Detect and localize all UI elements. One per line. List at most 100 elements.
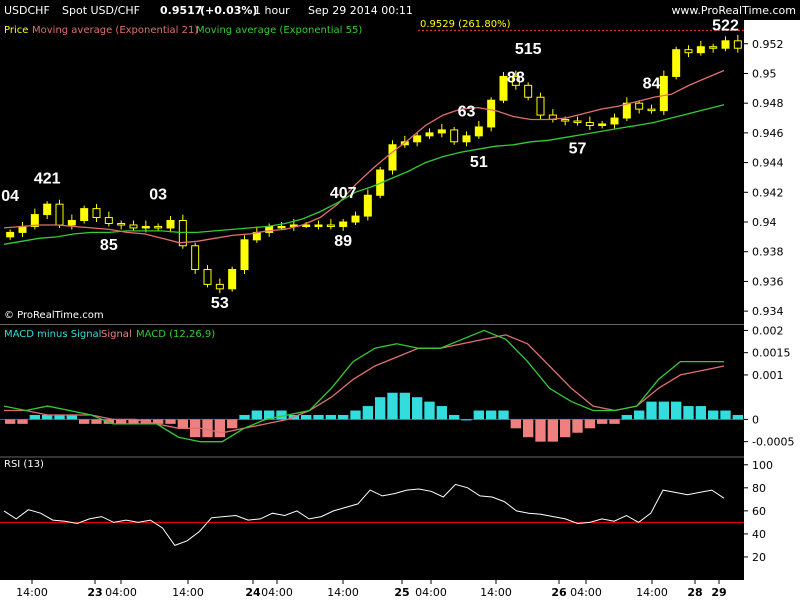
macd-histogram-bar bbox=[165, 419, 176, 424]
candle-body bbox=[351, 215, 360, 223]
candle-body bbox=[117, 222, 126, 226]
wave-label: 57 bbox=[569, 141, 587, 158]
candle-body bbox=[6, 231, 15, 238]
macd-histogram-bar bbox=[498, 410, 509, 420]
candle-body bbox=[363, 194, 372, 217]
legend-price: Price bbox=[4, 25, 28, 36]
legend-ema55: Moving average (Exponential 55) bbox=[196, 25, 362, 36]
price-y-tick-label: 0.942 bbox=[752, 186, 784, 199]
candle-body bbox=[277, 225, 286, 229]
macd-histogram-bar bbox=[239, 414, 250, 420]
macd-histogram-bar bbox=[325, 414, 336, 420]
wave-label: 53 bbox=[211, 295, 229, 312]
price-y-tick-label: 0.946 bbox=[752, 127, 784, 140]
macd-histogram-bar bbox=[560, 419, 571, 438]
macd-histogram-bar bbox=[671, 401, 682, 420]
candle-body bbox=[709, 46, 718, 49]
candle-body bbox=[388, 144, 397, 171]
rsi-y-tick-label: 40 bbox=[752, 528, 766, 541]
candle-body bbox=[154, 225, 163, 229]
macd-histogram-bar bbox=[732, 414, 743, 420]
macd-y-tick-label: 0.002 bbox=[752, 324, 784, 337]
macd-histogram-bar bbox=[683, 406, 694, 420]
macd-histogram-bar bbox=[449, 414, 460, 420]
macd-histogram-bar bbox=[621, 414, 632, 420]
candle-body bbox=[462, 135, 471, 143]
macd-y-tick-label: 0.0015 bbox=[752, 347, 791, 360]
candle-body bbox=[684, 49, 693, 54]
fib-annotation: 0.9529 (261.80%) bbox=[420, 19, 511, 30]
x-tick-label: 04:00 bbox=[261, 586, 293, 599]
wave-label: 515 bbox=[515, 41, 542, 58]
macd-histogram-bar bbox=[572, 419, 583, 433]
x-tick-label: 14:00 bbox=[636, 586, 668, 599]
macd-y-tick-label: -0.0005 bbox=[752, 436, 794, 449]
candle-body bbox=[141, 225, 150, 229]
candle-body bbox=[80, 208, 89, 222]
candle-body bbox=[413, 135, 422, 143]
x-tick-label: 28 bbox=[687, 586, 702, 599]
candle-body bbox=[610, 117, 619, 125]
candle-body bbox=[536, 96, 545, 116]
macd-histogram-bar bbox=[424, 401, 435, 420]
legend-macd-hist: MACD minus Signal bbox=[4, 329, 101, 340]
macd-histogram-bar bbox=[227, 419, 238, 429]
macd-histogram-bar bbox=[17, 419, 28, 424]
candle-body bbox=[240, 239, 249, 271]
macd-histogram-bar bbox=[412, 397, 423, 420]
x-tick-label: 24 bbox=[245, 586, 261, 599]
candle-body bbox=[129, 224, 138, 229]
macd-histogram-bar bbox=[338, 414, 349, 420]
wave-label: 421 bbox=[34, 170, 61, 187]
candle-body bbox=[647, 108, 656, 112]
macd-histogram-bar bbox=[116, 419, 127, 424]
price-y-tick-label: 0.948 bbox=[752, 97, 784, 110]
candle-body bbox=[598, 123, 607, 126]
wave-label: 407 bbox=[330, 185, 357, 202]
candle-body bbox=[733, 40, 742, 49]
wave-label: 522 bbox=[712, 17, 739, 34]
candle-body bbox=[203, 269, 212, 285]
macd-histogram-bar bbox=[362, 406, 373, 420]
price-y-tick-label: 0.936 bbox=[752, 275, 784, 288]
wave-label: 04 bbox=[1, 188, 19, 205]
candle-body bbox=[302, 224, 311, 227]
header-brand: www.ProRealTime.com bbox=[671, 4, 796, 17]
watermark: © ProRealTime.com bbox=[4, 310, 104, 321]
macd-histogram-bar bbox=[695, 406, 706, 420]
wave-label: 03 bbox=[149, 187, 167, 204]
x-tick-label: 29 bbox=[711, 586, 726, 599]
candle-body bbox=[67, 220, 76, 226]
header-instrument: Spot USD/CHF bbox=[62, 4, 140, 17]
macd-histogram-bar bbox=[547, 419, 558, 442]
macd-histogram-bar bbox=[202, 419, 213, 438]
rsi-y-tick-label: 100 bbox=[752, 459, 773, 472]
macd-histogram-bar bbox=[436, 406, 447, 420]
wave-label: 85 bbox=[100, 237, 118, 254]
macd-histogram-bar bbox=[535, 419, 546, 442]
candle-body bbox=[487, 99, 496, 128]
candle-body bbox=[672, 49, 681, 77]
candle-body bbox=[104, 217, 113, 224]
macd-histogram-bar bbox=[510, 419, 521, 429]
candle-body bbox=[561, 119, 570, 122]
macd-histogram-bar bbox=[350, 410, 361, 420]
wave-label: 63 bbox=[458, 104, 476, 121]
wave-label: 84 bbox=[643, 75, 661, 92]
candle-body bbox=[339, 221, 348, 227]
candle-body bbox=[425, 132, 434, 137]
wave-label: 51 bbox=[470, 154, 488, 171]
x-tick-label: 14:00 bbox=[16, 586, 48, 599]
candle-body bbox=[314, 224, 323, 227]
x-tick-label: 04:00 bbox=[105, 586, 137, 599]
candle-body bbox=[450, 129, 459, 143]
header-change: (+0.03%) bbox=[200, 4, 257, 17]
legend-macd-line: MACD (12,26,9) bbox=[136, 329, 215, 340]
chart-svg: USDCHF Spot USD/CHF 0.9517 (+0.03%) 1 ho… bbox=[0, 0, 800, 600]
x-tick-label: 04:00 bbox=[570, 586, 602, 599]
header-price: 0.9517 bbox=[160, 4, 202, 17]
macd-histogram-bar bbox=[251, 410, 262, 420]
candle-body bbox=[585, 121, 594, 126]
rsi-y-tick-label: 60 bbox=[752, 505, 766, 518]
x-tick-label: 23 bbox=[87, 586, 102, 599]
